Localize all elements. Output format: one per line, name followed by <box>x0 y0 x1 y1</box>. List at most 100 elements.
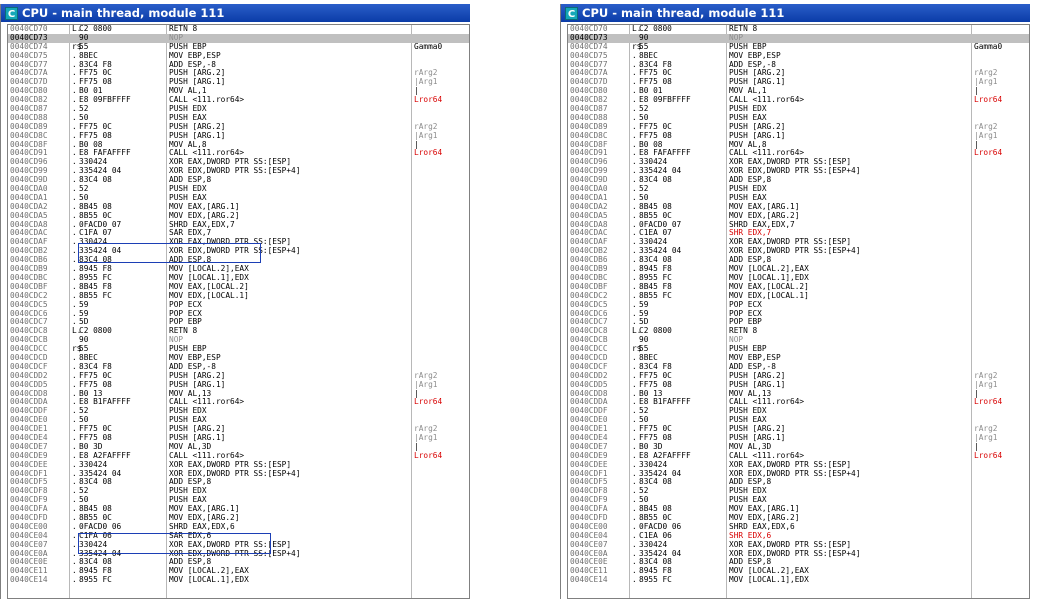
disasm-row[interactable]: 0040CDC5. 59 POP ECX <box>568 300 1029 310</box>
disasm-row[interactable]: 0040CD9D. 83C4 08 ADD ESP,8 <box>568 175 1029 185</box>
hex-dump-cell: 8955 FC <box>79 575 112 585</box>
disasm-row[interactable]: 0040CDA8. 0FACD0 07 SHRD EAX,EDX,7 <box>8 220 469 230</box>
disasm-row[interactable]: 0040CDC6. 59 POP ECX <box>8 309 469 319</box>
disasm-row[interactable]: 0040CD7A. FF75 0C PUSH [ARG.2] rArg2 <box>8 69 469 78</box>
disasm-row[interactable]: 0040CDD5. FF75 08 PUSH [ARG.1] |Arg1 <box>568 380 1029 390</box>
disasm-row[interactable]: 0040CDD5. FF75 08 PUSH [ARG.1] |Arg1 <box>8 380 469 390</box>
disassembly-pane[interactable]: 0040CD70 L. C2 0800 RETN 8 0040CD73 90 NOP 0040… <box>7 24 470 599</box>
disasm-row[interactable]: 0040CDE4. FF75 08 PUSH [ARG.1] |Arg1 <box>568 433 1029 443</box>
disasm-row[interactable]: 0040CD74 r$ 55 PUSH EBP Gamma0 <box>568 41 1029 52</box>
comment-cell: Lror64 <box>414 450 443 460</box>
disasm-row[interactable]: 0040CE14. 8955 FC MOV [LOCAL.1],EDX <box>568 575 1029 585</box>
disasm-row[interactable]: 0040CE00. 0FACD0 06 SHRD EAX,EDX,6 <box>568 522 1029 532</box>
disasm-row[interactable]: 0040CDC6. 59 POP ECX <box>568 309 1029 319</box>
disasm-row[interactable]: 0040CD77. 83C4 F8 ADD ESP,-8 <box>568 60 1029 70</box>
disasm-row[interactable]: 0040CDE1. FF75 0C PUSH [ARG.2] rArg2 <box>568 424 1029 434</box>
disasm-row[interactable]: 0040CE00. 0FACD0 06 SHRD EAX,EDX,6 <box>8 522 469 532</box>
disasm-row[interactable]: 0040CD99. 335424 04 XOR EDX,DWORD PTR SS:[… <box>8 166 469 176</box>
title-bar[interactable]: C CPU - main thread, module 111 <box>1 4 470 22</box>
disasm-row[interactable]: 0040CD70 L. C2 0800 RETN 8 <box>568 25 1029 34</box>
disasm-row[interactable]: 0040CD7D. FF75 08 PUSH [ARG.1] |Arg1 <box>568 77 1029 87</box>
disasm-row[interactable]: 0040CDE0. 50 PUSH EAX <box>568 415 1029 425</box>
disasm-row[interactable]: 0040CDFD. 8B55 0C MOV EDX,[ARG.2] <box>8 513 469 523</box>
disasm-row[interactable]: 0040CDF1. 335424 04 XOR EDX,DWORD PTR SS:[… <box>568 469 1029 479</box>
disasm-row[interactable]: 0040CDE4. FF75 08 PUSH [ARG.1] |Arg1 <box>8 433 469 443</box>
disasm-row[interactable]: 0040CDCF. 83C4 F8 ADD ESP,-8 <box>8 362 469 372</box>
disassembly-cell: MOV [LOCAL.1],EDX <box>729 575 809 585</box>
comment-cell: Gamma0 <box>974 41 1003 51</box>
marker-cell: . <box>632 575 637 585</box>
disasm-row[interactable]: 0040CD87. 52 PUSH EDX <box>568 104 1029 114</box>
cpu-window-icon: C <box>565 6 578 20</box>
disasm-row[interactable]: 0040CDD2. FF75 0C PUSH [ARG.2] rArg2 <box>8 371 469 381</box>
disasm-row[interactable]: 0040CDCF. 83C4 F8 ADD ESP,-8 <box>568 362 1029 372</box>
comment-cell: Lror64 <box>414 397 443 407</box>
disasm-row[interactable]: 0040CDCC r$ 55 PUSH EBP <box>568 344 1029 354</box>
disasm-row[interactable]: 0040CDDA. E8 B1FAFFFF CALL <111.ror64> Lror… <box>568 398 1029 407</box>
disasm-row[interactable]: 0040CDC8 L. C2 0800 RETN 8 <box>8 326 469 336</box>
disasm-row[interactable]: 0040CD74 r$ 55 PUSH EBP Gamma0 <box>8 41 469 52</box>
disasm-row[interactable]: 0040CD89. FF75 0C PUSH [ARG.2] rArg2 <box>568 122 1029 132</box>
disasm-row[interactable]: 0040CD7A. FF75 0C PUSH [ARG.2] rArg2 <box>568 69 1029 78</box>
disasm-row[interactable]: 0040CDA0. 52 PUSH EDX <box>568 184 1029 194</box>
disasm-row[interactable]: 0040CD77. 83C4 F8 ADD ESP,-8 <box>8 60 469 70</box>
disasm-row[interactable]: 0040CD99. 335424 04 XOR EDX,DWORD PTR SS:[… <box>568 166 1029 176</box>
disasm-row[interactable]: 0040CDFD. 8B55 0C MOV EDX,[ARG.2] <box>568 513 1029 523</box>
disasm-row[interactable]: 0040CDA5. 8B55 0C MOV EDX,[ARG.2] <box>8 211 469 221</box>
disasm-row[interactable]: 0040CD87. 52 PUSH EDX <box>8 104 469 114</box>
disasm-row[interactable]: 0040CDDA. E8 B1FAFFFF CALL <111.ror64> Lror… <box>8 398 469 407</box>
disasm-row[interactable]: 0040CD88. 50 PUSH EAX <box>8 113 469 123</box>
disasm-row[interactable]: 0040CD8C. FF75 08 PUSH [ARG.1] |Arg1 <box>8 131 469 141</box>
disasm-row[interactable]: 0040CE0A. 335424 04 XOR EDX,DWORD PTR SS:[… <box>568 549 1029 559</box>
comment-cell: Lror64 <box>974 95 1003 105</box>
disasm-row[interactable]: 0040CDF5. 83C4 08 ADD ESP,8 <box>568 478 1029 487</box>
window-title: CPU - main thread, module 111 <box>22 6 225 20</box>
disasm-row[interactable]: 0040CD88. 50 PUSH EAX <box>568 113 1029 123</box>
disasm-row[interactable]: 0040CDCD. 8BEC MOV EBP,ESP <box>568 353 1029 363</box>
comment-cell: Lror64 <box>974 450 1003 460</box>
comment-cell: Lror64 <box>414 95 443 105</box>
title-bar[interactable]: C CPU - main thread, module 111 <box>561 4 1030 22</box>
disasm-row[interactable]: 0040CDC2. 8B55 FC MOV EDX,[LOCAL.1] <box>568 291 1029 301</box>
address-cell: 0040CE14 <box>570 575 608 585</box>
highlight-box <box>78 533 271 554</box>
disasm-row[interactable]: 0040CDF8. 52 PUSH EDX <box>8 486 469 496</box>
disassembly-pane[interactable]: 0040CD70 L. C2 0800 RETN 8 0040CD73 90 NOP 0040… <box>567 24 1030 599</box>
disasm-row[interactable]: 0040CDC5. 59 POP ECX <box>8 300 469 310</box>
disasm-row[interactable]: 0040CD7D. FF75 08 PUSH [ARG.1] |Arg1 <box>8 77 469 87</box>
disasm-row[interactable]: 0040CDA0. 52 PUSH EDX <box>8 184 469 194</box>
disasm-row[interactable]: 0040CDF8. 52 PUSH EDX <box>568 486 1029 496</box>
marker-cell: . <box>72 575 77 585</box>
disasm-row[interactable]: 0040CD70 L. C2 0800 RETN 8 <box>8 25 469 34</box>
disasm-row[interactable]: 0040CDC8 L. C2 0800 RETN 8 <box>568 326 1029 336</box>
disasm-row[interactable]: 0040CDDF. 52 PUSH EDX <box>568 406 1029 416</box>
comment-cell: Lror64 <box>974 148 1003 158</box>
disasm-row[interactable]: 0040CDD2. FF75 0C PUSH [ARG.2] rArg2 <box>568 371 1029 381</box>
disasm-row[interactable]: 0040CD82. E8 09FBFFFF CALL <111.ror64> Lror… <box>8 95 469 105</box>
disasm-row[interactable]: 0040CD9D. 83C4 08 ADD ESP,8 <box>8 175 469 185</box>
disasm-row[interactable]: 0040CE14. 8955 FC MOV [LOCAL.1],EDX <box>8 575 469 585</box>
disasm-row[interactable]: 0040CDE1. FF75 0C PUSH [ARG.2] rArg2 <box>8 424 469 434</box>
disasm-row[interactable]: 0040CD82. E8 09FBFFFF CALL <111.ror64> Lror… <box>568 95 1029 105</box>
disasm-row[interactable]: 0040CD75. 8BEC MOV EBP,ESP <box>568 51 1029 61</box>
disasm-row[interactable]: 0040CDDF. 52 PUSH EDX <box>8 406 469 416</box>
disasm-row[interactable]: 0040CDC2. 8B55 FC MOV EDX,[LOCAL.1] <box>8 291 469 301</box>
disasm-row[interactable]: 0040CD8C. FF75 08 PUSH [ARG.1] |Arg1 <box>568 131 1029 141</box>
disasm-row[interactable]: 0040CDE0. 50 PUSH EAX <box>8 415 469 425</box>
disasm-row[interactable]: 0040CDF5. 83C4 08 ADD ESP,8 <box>8 478 469 487</box>
disasm-row[interactable]: 0040CDB2. 335424 04 XOR EDX,DWORD PTR SS:[… <box>568 246 1029 256</box>
disasm-row[interactable]: 0040CD75. 8BEC MOV EBP,ESP <box>8 51 469 61</box>
disassembly-rows: 0040CD70 L. C2 0800 RETN 8 0040CD73 90 NOP 0040… <box>8 25 469 585</box>
disasm-row[interactable]: 0040CDA8. 0FACD0 07 SHRD EAX,EDX,7 <box>568 220 1029 230</box>
disasm-row[interactable]: 0040CDF1. 335424 04 XOR EDX,DWORD PTR SS:[… <box>8 469 469 479</box>
comment-cell: Lror64 <box>974 397 1003 407</box>
disassembly-rows: 0040CD70 L. C2 0800 RETN 8 0040CD73 90 NOP 0040… <box>568 25 1029 585</box>
window-title: CPU - main thread, module 111 <box>582 6 785 20</box>
disasm-row[interactable]: 0040CDCC r$ 55 PUSH EBP <box>8 344 469 354</box>
comment-cell: Gamma0 <box>414 41 443 51</box>
disasm-row[interactable]: 0040CDCD. 8BEC MOV EBP,ESP <box>8 353 469 363</box>
disasm-row[interactable]: 0040CDA5. 8B55 0C MOV EDX,[ARG.2] <box>568 211 1029 221</box>
address-cell: 0040CE14 <box>10 575 48 585</box>
disasm-row[interactable]: 0040CD89. FF75 0C PUSH [ARG.2] rArg2 <box>8 122 469 132</box>
disassembly-cell: MOV [LOCAL.1],EDX <box>169 575 249 585</box>
